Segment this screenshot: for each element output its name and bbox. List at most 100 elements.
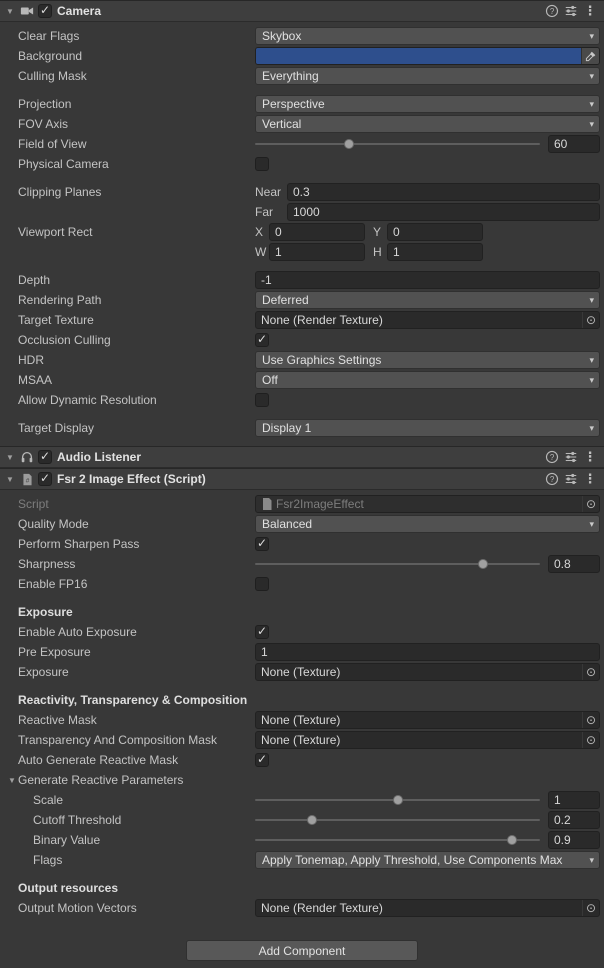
viewport-h-field[interactable]: 1: [387, 243, 483, 261]
hdr-dropdown[interactable]: Use Graphics Settings ▾: [255, 351, 600, 369]
audio-listener-enabled-checkbox[interactable]: [38, 450, 52, 464]
output-motion-vectors-field[interactable]: None (Render Texture) ⊙: [255, 899, 600, 917]
transparency-mask-field[interactable]: None (Texture) ⊙: [255, 731, 600, 749]
chevron-down-icon: ▾: [589, 423, 594, 434]
dropdown-value: Deferred: [262, 293, 585, 307]
slider-track: [255, 143, 540, 145]
target-texture-field[interactable]: None (Render Texture) ⊙: [255, 311, 600, 329]
reactive-mask-field[interactable]: None (Texture) ⊙: [255, 711, 600, 729]
foldout-arrow-icon[interactable]: ▼: [4, 475, 16, 484]
sharpness-slider[interactable]: [255, 555, 540, 573]
quality-mode-dropdown[interactable]: Balanced ▾: [255, 515, 600, 533]
group-spacer: [0, 682, 604, 690]
viewport-x-field[interactable]: 0: [269, 223, 365, 241]
row-background: Background: [0, 46, 604, 66]
clear-flags-label: Clear Flags: [0, 29, 255, 43]
row-binary-value: Binary Value 0.9: [0, 830, 604, 850]
binary-value-value[interactable]: 0.9: [548, 831, 600, 849]
help-icon[interactable]: ?: [544, 449, 560, 465]
row-reactive-mask: Reactive Mask None (Texture) ⊙: [0, 710, 604, 730]
clear-flags-dropdown[interactable]: Skybox ▾: [255, 27, 600, 45]
projection-dropdown[interactable]: Perspective ▾: [255, 95, 600, 113]
object-picker-icon[interactable]: ⊙: [582, 496, 599, 512]
flags-dropdown[interactable]: Apply Tonemap, Apply Threshold, Use Comp…: [255, 851, 600, 869]
quality-mode-label: Quality Mode: [0, 517, 255, 531]
rendering-path-dropdown[interactable]: Deferred ▾: [255, 291, 600, 309]
binary-value-slider[interactable]: [255, 831, 540, 849]
slider-handle[interactable]: [307, 815, 317, 825]
physical-camera-checkbox[interactable]: [255, 157, 269, 171]
camera-enabled-checkbox[interactable]: [38, 4, 52, 18]
add-component-button[interactable]: Add Component: [186, 940, 418, 961]
object-picker-icon[interactable]: ⊙: [582, 664, 599, 680]
slider-handle[interactable]: [507, 835, 517, 845]
object-picker-icon[interactable]: ⊙: [582, 312, 599, 328]
presets-icon[interactable]: [563, 3, 579, 19]
msaa-dropdown[interactable]: Off ▾: [255, 371, 600, 389]
fov-axis-label: FOV Axis: [0, 117, 255, 131]
perform-sharpen-pass-checkbox[interactable]: [255, 537, 269, 551]
script-label: Script: [0, 497, 255, 511]
allow-dynamic-resolution-checkbox[interactable]: [255, 393, 269, 407]
chevron-down-icon: ▾: [589, 119, 594, 130]
fsr2-enabled-checkbox[interactable]: [38, 472, 52, 486]
more-menu-icon[interactable]: ⋮: [582, 471, 598, 487]
viewport-w-field[interactable]: 1: [269, 243, 365, 261]
fsr2-component-body: Script Fsr2ImageEffect ⊙ Quality Mode Ba…: [0, 490, 604, 926]
presets-icon[interactable]: [563, 471, 579, 487]
object-picker-icon[interactable]: ⊙: [582, 712, 599, 728]
sharpness-value[interactable]: 0.8: [548, 555, 600, 573]
svg-text:#: #: [25, 477, 29, 484]
slider-track: [255, 819, 540, 821]
clipping-far-field[interactable]: 1000: [287, 203, 600, 221]
dropdown-value: Apply Tonemap, Apply Threshold, Use Comp…: [262, 853, 585, 867]
row-hdr: HDR Use Graphics Settings ▾: [0, 350, 604, 370]
background-label: Background: [0, 49, 255, 63]
row-generate-reactive-parameters[interactable]: ▼ Generate Reactive Parameters: [0, 770, 604, 790]
target-display-dropdown[interactable]: Display 1 ▾: [255, 419, 600, 437]
background-color-field[interactable]: [255, 47, 600, 65]
help-icon[interactable]: ?: [544, 3, 560, 19]
eyedropper-icon[interactable]: [581, 48, 599, 64]
enable-auto-exposure-checkbox[interactable]: [255, 625, 269, 639]
exposure-field[interactable]: None (Texture) ⊙: [255, 663, 600, 681]
object-picker-icon[interactable]: ⊙: [582, 900, 599, 916]
foldout-arrow-icon[interactable]: ▼: [4, 7, 16, 16]
presets-icon[interactable]: [563, 449, 579, 465]
row-occlusion-culling: Occlusion Culling: [0, 330, 604, 350]
field-of-view-slider[interactable]: [255, 135, 540, 153]
slider-handle[interactable]: [478, 559, 488, 569]
help-icon[interactable]: ?: [544, 471, 560, 487]
generate-reactive-parameters-foldout[interactable]: ▼ Generate Reactive Parameters: [0, 773, 255, 787]
viewport-y-field[interactable]: 0: [387, 223, 483, 241]
more-menu-icon[interactable]: ⋮: [582, 3, 598, 19]
culling-mask-dropdown[interactable]: Everything ▾: [255, 67, 600, 85]
pre-exposure-field[interactable]: 1: [255, 643, 600, 661]
object-picker-icon[interactable]: ⊙: [582, 732, 599, 748]
color-swatch[interactable]: [256, 48, 581, 64]
slider-handle[interactable]: [344, 139, 354, 149]
clipping-near-field[interactable]: 0.3: [287, 183, 600, 201]
foldout-arrow-icon[interactable]: ▼: [6, 776, 18, 785]
row-clipping-far: Far 1000: [0, 202, 604, 222]
occlusion-culling-checkbox[interactable]: [255, 333, 269, 347]
slider-handle[interactable]: [393, 795, 403, 805]
auto-generate-reactive-mask-checkbox[interactable]: [255, 753, 269, 767]
depth-field[interactable]: -1: [255, 271, 600, 289]
cutoff-threshold-value[interactable]: 0.2: [548, 811, 600, 829]
foldout-arrow-icon[interactable]: ▼: [4, 453, 16, 462]
object-field-value: None (Render Texture): [261, 313, 579, 327]
scale-value[interactable]: 1: [548, 791, 600, 809]
enable-fp16-checkbox[interactable]: [255, 577, 269, 591]
camera-title: Camera: [57, 4, 101, 18]
cutoff-threshold-slider[interactable]: [255, 811, 540, 829]
rendering-path-label: Rendering Path: [0, 293, 255, 307]
far-label: Far: [255, 205, 287, 219]
more-menu-icon[interactable]: ⋮: [582, 449, 598, 465]
fov-axis-dropdown[interactable]: Vertical ▾: [255, 115, 600, 133]
reactivity-section-title: Reactivity, Transparency & Composition: [0, 693, 247, 707]
row-flags: Flags Apply Tonemap, Apply Threshold, Us…: [0, 850, 604, 870]
field-of-view-value[interactable]: 60: [548, 135, 600, 153]
scale-slider[interactable]: [255, 791, 540, 809]
scale-label: Scale: [0, 793, 255, 807]
